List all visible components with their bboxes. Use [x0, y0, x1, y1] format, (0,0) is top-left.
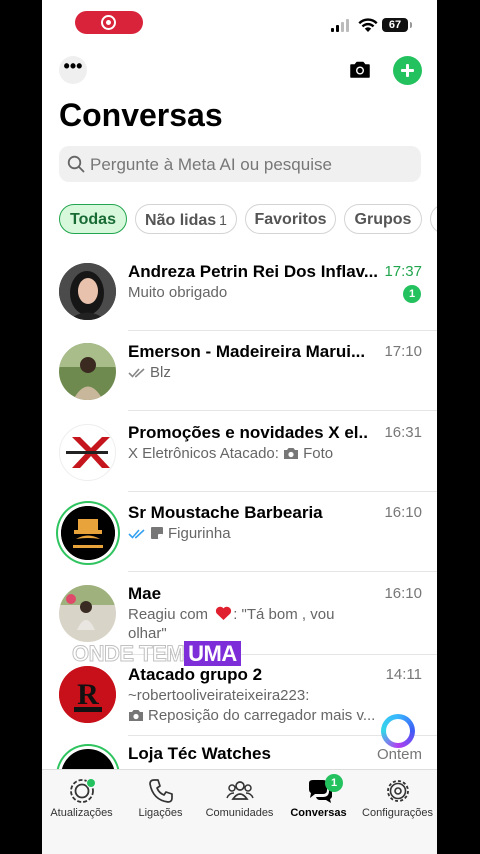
chat-row[interactable]: Sr Moustache Barbearia 16:10 Figurinha — [42, 492, 437, 572]
filter-chip-count: 1 — [219, 212, 227, 228]
camera-icon — [284, 448, 299, 459]
search-placeholder: Pergunte à Meta AI ou pesquise — [90, 155, 332, 174]
gear-icon — [387, 780, 409, 802]
tab-label: Atualizações — [50, 807, 113, 819]
sticker-icon — [151, 527, 163, 539]
chat-time: Ontem — [376, 746, 422, 763]
chat-time: 14:11 — [385, 666, 422, 683]
avatar: R — [59, 666, 116, 723]
filter-chip-todas[interactable]: Todas — [59, 204, 127, 234]
phone-icon — [149, 779, 173, 803]
avatar — [59, 263, 116, 320]
chat-last-message-text: Reposição do carregador mais v... — [148, 707, 376, 724]
app-screen: 67 ••• Conversas Pergunte à Meta AI ou p… — [42, 0, 437, 854]
search-icon — [67, 155, 85, 173]
filter-chip-nao-lidas[interactable]: Não lidas 1 — [135, 204, 237, 234]
chat-time: 16:10 — [384, 585, 422, 602]
chat-last-message-text: Blz — [150, 364, 171, 381]
chat-last-message-text: : "Tá bom , vou — [233, 606, 335, 623]
chat-last-message: Blz — [128, 364, 418, 381]
tab-label: Ligações — [138, 807, 183, 819]
chat-last-message-line2: olhar" — [128, 625, 167, 642]
chat-name: Mae — [128, 584, 162, 603]
double-check-icon — [128, 368, 145, 378]
chat-name: Atacado grupo 2 — [128, 665, 263, 684]
chat-last-message: Reagiu com : "Tá bom , vou — [128, 606, 418, 623]
chat-time: 17:37 — [384, 263, 422, 280]
chat-last-message: X Eletrônicos Atacado: Foto — [128, 445, 418, 462]
new-chat-button[interactable] — [393, 56, 422, 85]
caption-word: ONDE TEM — [71, 641, 185, 667]
avatar — [61, 749, 115, 769]
avatar — [59, 343, 116, 400]
chat-last-message: Figurinha — [128, 525, 418, 542]
unread-count-badge: 1 — [403, 285, 421, 303]
filter-chips: Todas Não lidas 1 Favoritos Grupos — [59, 204, 437, 236]
filter-chip-label: Grupos — [354, 211, 412, 228]
chat-row[interactable]: Loja Téc Watches Ontem — [42, 735, 437, 769]
tab-conversas[interactable]: 1 Conversas — [279, 770, 358, 830]
chat-name: Andreza Petrin Rei Dos Inflav... — [128, 262, 378, 281]
ellipsis-icon: ••• — [63, 56, 83, 76]
chat-last-message: ~robertooliveirateixeira223: — [128, 687, 310, 704]
chat-last-message: Muito obrigado — [128, 284, 228, 301]
new-updates-dot — [86, 778, 96, 788]
tab-label: Conversas — [290, 807, 347, 819]
avatar — [59, 424, 116, 481]
camera-icon — [129, 710, 143, 721]
screen-recording-indicator[interactable] — [75, 11, 143, 34]
filter-chip-favoritos[interactable]: Favoritos — [245, 204, 336, 234]
more-options-button[interactable]: ••• — [59, 56, 87, 84]
divider — [128, 410, 437, 411]
chat-time: 16:10 — [384, 504, 422, 521]
tab-unread-badge: 1 — [325, 774, 343, 792]
chat-name: Emerson - Madeireira Marui... — [128, 342, 366, 361]
chat-row[interactable]: Emerson - Madeireira Marui... 17:10 Blz — [42, 331, 437, 411]
people-icon — [226, 781, 254, 800]
status-bar: 67 — [42, 0, 437, 44]
search-input[interactable]: Pergunte à Meta AI ou pesquise — [59, 146, 421, 182]
divider — [128, 571, 437, 572]
caption-highlight: UMA — [184, 641, 241, 666]
filter-chip-grupos[interactable]: Grupos — [344, 204, 422, 234]
wifi-icon — [358, 18, 378, 32]
media-label: Foto — [303, 445, 334, 462]
tab-comunidades[interactable]: Comunidades — [200, 770, 279, 830]
tab-atualizacoes[interactable]: Atualizações — [42, 770, 121, 830]
svg-text:R: R — [77, 678, 99, 711]
video-caption: ONDE TEM UMA — [71, 641, 241, 667]
chat-time: 16:31 — [384, 424, 422, 441]
page-title: Conversas — [59, 97, 223, 133]
chat-message-prefix: Reagiu com — [128, 606, 209, 623]
tab-label: Comunidades — [205, 807, 274, 819]
camera-icon[interactable] — [348, 58, 372, 82]
chat-time: 17:10 — [384, 343, 422, 360]
filter-chip-label: Não lidas — [145, 212, 217, 229]
chat-row[interactable]: Andreza Petrin Rei Dos Inflav... 17:37 M… — [42, 251, 437, 331]
meta-ai-button[interactable] — [381, 714, 415, 748]
chat-last-message-line2: Reposição do carregador mais v... — [128, 707, 418, 724]
battery-indicator: 67 — [382, 18, 412, 32]
filter-chip-label: Todas — [70, 211, 116, 228]
record-icon — [101, 15, 116, 30]
chat-last-message-text: Figurinha — [168, 525, 231, 542]
chat-name: Loja Téc Watches — [128, 744, 271, 763]
filter-chip-more[interactable] — [430, 204, 437, 234]
filter-chip-label: Favoritos — [254, 211, 327, 228]
heart-icon — [216, 606, 232, 620]
avatar — [61, 506, 115, 560]
chat-row[interactable]: Promoções e novidades X el... 16:31 X El… — [42, 412, 437, 492]
avatar — [59, 585, 116, 642]
tab-ligacoes[interactable]: Ligações — [121, 770, 200, 830]
double-check-read-icon — [128, 529, 145, 539]
chat-last-message-text: X Eletrônicos Atacado: — [128, 445, 279, 462]
tab-bar: Atualizações Ligações Comunidades 1 Conv… — [42, 769, 437, 854]
chat-name: Sr Moustache Barbearia — [128, 503, 323, 522]
chat-name: Promoções e novidades X el... — [128, 423, 368, 442]
tab-configuracoes[interactable]: Configurações — [358, 770, 437, 830]
tab-label: Configurações — [362, 807, 433, 819]
cellular-signal-icon — [331, 19, 351, 32]
